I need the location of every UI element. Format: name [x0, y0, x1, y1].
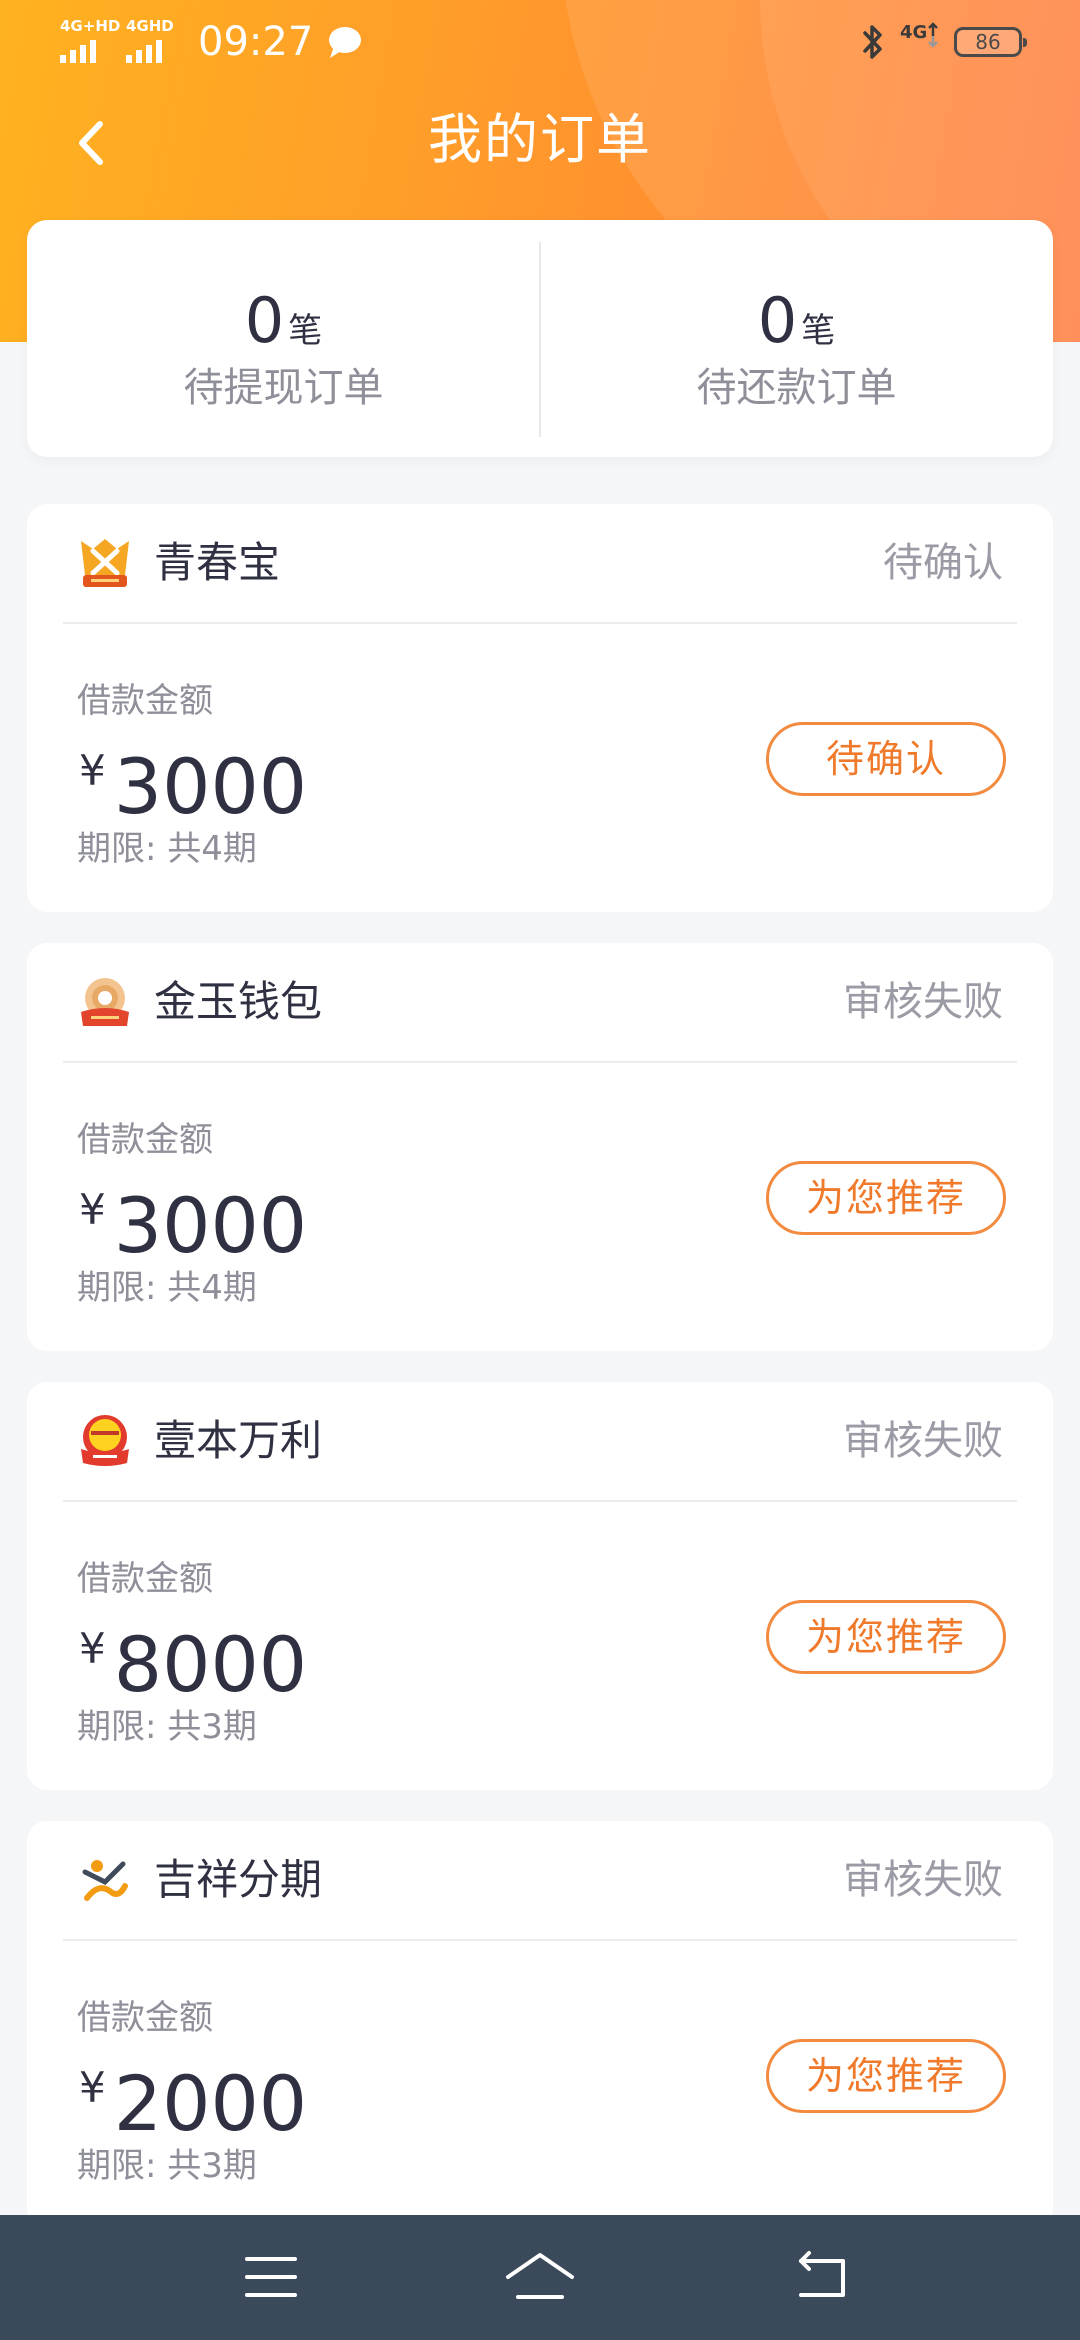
order-card[interactable]: 吉祥分期 审核失败 借款金额 ¥2000 期限: 共3期 为您推荐: [27, 1821, 1053, 2229]
loan-term: 期限: 共3期: [77, 2146, 257, 2186]
order-card[interactable]: 壹本万利 审核失败 借款金额 ¥8000 期限: 共3期 为您推荐: [27, 1382, 1053, 1790]
amount-value: 3000: [113, 742, 308, 831]
order-card[interactable]: 金玉钱包 审核失败 借款金额 ¥3000 期限: 共4期 为您推荐: [27, 943, 1053, 1351]
pending-repay-label: 待还款订单: [696, 365, 897, 411]
menu-icon: [245, 2257, 297, 2297]
data-arrows-icon: [928, 22, 938, 48]
order-action-button[interactable]: 为您推荐: [766, 1161, 1006, 1235]
my-orders-screen: 4G+HD 4GHD 09:27 4G 86 我的订单 0 笔 待提现订单 0 …: [0, 0, 1080, 2340]
page-title: 我的订单: [428, 108, 652, 171]
status-left: 4G+HD 4GHD 09:27: [60, 14, 363, 70]
currency-symbol: ¥: [79, 1624, 106, 1673]
system-navigation-bar: [0, 2215, 1080, 2340]
order-divider: [63, 1939, 1017, 1941]
order-divider: [63, 1500, 1017, 1502]
order-product-name: 青春宝: [154, 538, 281, 587]
order-header: 青春宝 待确认: [27, 504, 1053, 622]
loan-term: 期限: 共3期: [77, 1707, 257, 1747]
pending-withdraw-unit: 笔: [288, 311, 323, 351]
order-header: 金玉钱包 审核失败: [27, 943, 1053, 1061]
qingchunbao-logo-icon: [81, 539, 129, 587]
order-divider: [63, 1061, 1017, 1063]
battery-level: 86: [975, 30, 1001, 54]
amount-value: 3000: [113, 1181, 308, 1270]
status-time: 09:27: [198, 19, 314, 65]
currency-symbol: ¥: [79, 746, 106, 795]
chat-bubble-icon: [329, 27, 362, 58]
order-status: 审核失败: [843, 1418, 1003, 1464]
order-header: 壹本万利 审核失败: [27, 1382, 1053, 1500]
battery-indicator: 86: [954, 27, 1027, 57]
order-product-name: 金玉钱包: [154, 977, 323, 1026]
loan-term: 期限: 共4期: [77, 829, 257, 869]
order-action-button[interactable]: 待确认: [766, 722, 1006, 796]
order-card[interactable]: 青春宝 待确认 借款金额 ¥3000 期限: 共4期 待确认: [27, 504, 1053, 912]
home-button[interactable]: [500, 2245, 580, 2309]
amount-value: 8000: [113, 1620, 308, 1709]
home-icon: [506, 2253, 574, 2299]
status-bar: 4G+HD 4GHD 09:27 4G 86: [0, 0, 1080, 82]
return-button[interactable]: [783, 2245, 863, 2309]
network-type-1: 4G+HD: [60, 17, 121, 35]
network-type-2: 4GHD: [126, 17, 174, 35]
pending-withdraw-number: 0: [244, 284, 285, 357]
order-status: 审核失败: [843, 979, 1003, 1025]
currency-symbol: ¥: [79, 1185, 106, 1234]
signal-strength-1: 4G+HD: [60, 19, 120, 65]
order-action-button[interactable]: 为您推荐: [766, 1600, 1006, 1674]
jixiang-logo-icon: [82, 1860, 128, 1901]
signal-bars-icon: [60, 40, 96, 63]
return-icon: [799, 2251, 845, 2297]
order-product-name: 壹本万利: [154, 1416, 323, 1465]
pending-repay-summary[interactable]: 0笔 待还款订单: [540, 220, 1053, 457]
menu-button[interactable]: [231, 2245, 311, 2309]
order-status: 待确认: [883, 540, 1003, 586]
pending-repay-number: 0: [757, 284, 798, 357]
amount-label: 借款金额: [77, 1559, 213, 1599]
order-divider: [63, 622, 1017, 624]
amount-label: 借款金额: [77, 681, 213, 721]
order-status: 审核失败: [843, 1857, 1003, 1903]
loan-term: 期限: 共4期: [77, 1268, 257, 1308]
order-action-button[interactable]: 为您推荐: [766, 2039, 1006, 2113]
status-right: 4G 86: [860, 18, 1027, 66]
bluetooth-icon: [863, 25, 882, 59]
amount-value: 2000: [113, 2059, 308, 2148]
yibenwanli-logo-icon: [81, 1415, 129, 1466]
signal-bars-icon: [126, 40, 162, 63]
pending-withdraw-label: 待提现订单: [183, 365, 384, 411]
currency-symbol: ¥: [79, 2063, 106, 2112]
amount-label: 借款金额: [77, 1120, 213, 1160]
order-summary-card: 0笔 待提现订单 0笔 待还款订单: [27, 220, 1053, 457]
signal-strength-2: 4GHD: [126, 19, 178, 65]
pending-repay-unit: 笔: [801, 311, 836, 351]
pending-withdraw-summary[interactable]: 0笔 待提现订单: [27, 220, 540, 457]
cellular-indicator: 4G: [900, 22, 940, 62]
right-network-type: 4G: [900, 22, 928, 43]
jinyu-wallet-logo-icon: [81, 978, 129, 1026]
order-header: 吉祥分期 审核失败: [27, 1821, 1053, 1939]
order-product-name: 吉祥分期: [154, 1855, 323, 1904]
amount-label: 借款金额: [77, 1998, 213, 2038]
